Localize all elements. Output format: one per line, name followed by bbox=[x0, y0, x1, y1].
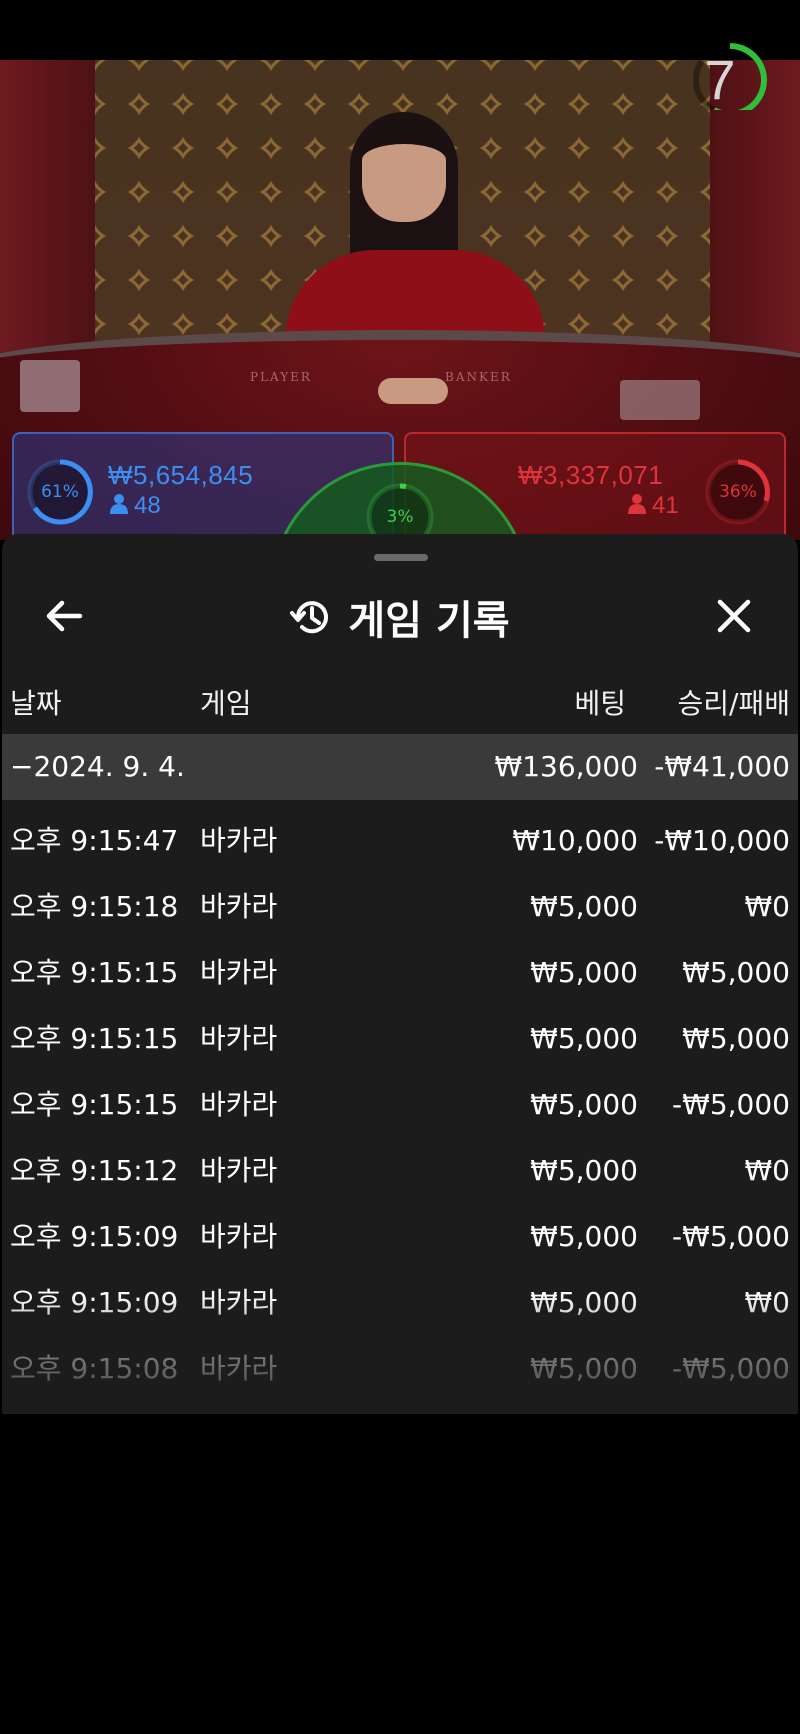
row-result: -₩5,000 bbox=[672, 1088, 790, 1121]
row-result: -₩10,000 bbox=[654, 824, 790, 857]
player-bettor-count: 48 bbox=[110, 492, 161, 520]
row-game: 바카라 bbox=[200, 956, 278, 989]
game-history-sheet: 게임 기록 날짜 게임 베팅 승리/패배 −2024. 9. 4. ₩136,0… bbox=[2, 534, 798, 1414]
row-time: 오후 9:15:18 bbox=[10, 890, 179, 923]
banker-bettor-count-value: 41 bbox=[652, 492, 679, 519]
close-icon bbox=[717, 599, 751, 633]
row-time: 오후 9:15:15 bbox=[10, 1022, 179, 1055]
card-shoe bbox=[20, 360, 80, 412]
countdown-number: 7 bbox=[704, 48, 736, 111]
date-group-result-total: -₩41,000 bbox=[654, 750, 790, 783]
row-game: 바카라 bbox=[200, 1220, 278, 1253]
row-result: ₩0 bbox=[744, 1286, 791, 1319]
player-percent: 61% bbox=[41, 482, 79, 502]
sheet-title-text: 게임 기록 bbox=[348, 598, 510, 644]
history-row[interactable]: 오후 9:15:09 바카라 ₩5,000 -₩5,000 bbox=[2, 1204, 798, 1270]
row-time: 오후 9:15:12 bbox=[10, 1154, 179, 1187]
row-result: ₩5,000 bbox=[682, 1022, 790, 1055]
row-game: 바카라 bbox=[200, 890, 278, 923]
column-header-game[interactable]: 게임 bbox=[200, 682, 252, 722]
discard-tray bbox=[620, 380, 700, 420]
sheet-header: 게임 기록 bbox=[2, 572, 798, 662]
row-time: 오후 9:15:09 bbox=[10, 1286, 179, 1319]
date-group-bet-total: ₩136,000 bbox=[494, 750, 638, 783]
row-bet: ₩5,000 bbox=[530, 1352, 638, 1385]
history-row[interactable]: 오후 9:15:15 바카라 ₩5,000 ₩5,000 bbox=[2, 1006, 798, 1072]
row-time: 오후 9:15:08 bbox=[10, 1352, 179, 1385]
row-result: -₩5,000 bbox=[672, 1352, 790, 1385]
row-time: 오후 9:15:47 bbox=[10, 824, 179, 857]
back-button[interactable] bbox=[32, 584, 96, 648]
row-game: 바카라 bbox=[200, 824, 278, 857]
column-header-bet[interactable]: 베팅 bbox=[574, 682, 626, 722]
row-bet: ₩5,000 bbox=[530, 1022, 638, 1055]
history-row[interactable]: 오후 9:15:15 바카라 ₩5,000 ₩5,000 bbox=[2, 940, 798, 1006]
banker-bettor-count: 41 bbox=[628, 492, 679, 520]
person-icon bbox=[628, 494, 646, 514]
player-bettor-count-value: 48 bbox=[134, 492, 161, 519]
row-result: ₩0 bbox=[744, 1154, 791, 1187]
felt-label-banker: BANKER bbox=[445, 370, 512, 384]
banker-bet-total: ₩3,337,071 bbox=[518, 460, 664, 490]
date-group-row[interactable]: −2024. 9. 4. ₩136,000 -₩41,000 bbox=[2, 734, 798, 800]
sheet-title: 게임 기록 bbox=[2, 572, 798, 662]
history-row[interactable]: 오후 9:15:09 바카라 ₩5,000 ₩0 bbox=[2, 1270, 798, 1336]
row-bet: ₩5,000 bbox=[530, 890, 638, 923]
history-list: 오후 9:15:47 바카라 ₩10,000 -₩10,000 오후 9:15:… bbox=[2, 808, 798, 1402]
row-game: 바카라 bbox=[200, 1286, 278, 1319]
history-icon bbox=[290, 601, 329, 634]
row-result: -₩5,000 bbox=[672, 1220, 790, 1253]
history-row[interactable]: 오후 9:15:08 바카라 ₩5,000 -₩5,000 bbox=[2, 1336, 798, 1402]
history-row[interactable]: 오후 9:15:47 바카라 ₩10,000 -₩10,000 bbox=[2, 808, 798, 874]
history-row[interactable]: 오후 9:15:12 바카라 ₩5,000 ₩0 bbox=[2, 1138, 798, 1204]
sheet-drag-handle[interactable] bbox=[374, 554, 428, 561]
row-game: 바카라 bbox=[200, 1352, 278, 1385]
dealer-face bbox=[362, 118, 446, 222]
person-icon bbox=[110, 494, 128, 514]
column-header-result[interactable]: 승리/패배 bbox=[678, 682, 790, 722]
history-row[interactable]: 오후 9:15:18 바카라 ₩5,000 ₩0 bbox=[2, 874, 798, 940]
row-time: 오후 9:15:15 bbox=[10, 1088, 179, 1121]
date-group-date: −2024. 9. 4. bbox=[10, 750, 185, 783]
row-game: 바카라 bbox=[200, 1154, 278, 1187]
banker-percent: 36% bbox=[719, 482, 757, 502]
row-bet: ₩5,000 bbox=[530, 956, 638, 989]
felt-label-player: PLAYER bbox=[250, 370, 312, 384]
row-bet: ₩5,000 bbox=[530, 1154, 638, 1187]
dealer-hands bbox=[378, 378, 448, 404]
row-bet: ₩5,000 bbox=[530, 1220, 638, 1253]
row-time: 오후 9:15:09 bbox=[10, 1220, 179, 1253]
row-bet: ₩5,000 bbox=[530, 1286, 638, 1319]
player-bet-total: ₩5,654,845 bbox=[108, 460, 254, 490]
column-header-date[interactable]: 날짜 bbox=[10, 682, 62, 722]
row-result: ₩5,000 bbox=[682, 956, 790, 989]
row-game: 바카라 bbox=[200, 1088, 278, 1121]
row-time: 오후 9:15:15 bbox=[10, 956, 179, 989]
row-game: 바카라 bbox=[200, 1022, 278, 1055]
history-row[interactable]: 오후 9:15:15 바카라 ₩5,000 -₩5,000 bbox=[2, 1072, 798, 1138]
row-bet: ₩10,000 bbox=[512, 824, 638, 857]
row-bet: ₩5,000 bbox=[530, 1088, 638, 1121]
close-button[interactable] bbox=[702, 584, 766, 648]
row-result: ₩0 bbox=[744, 890, 791, 923]
arrow-left-icon bbox=[46, 600, 83, 632]
